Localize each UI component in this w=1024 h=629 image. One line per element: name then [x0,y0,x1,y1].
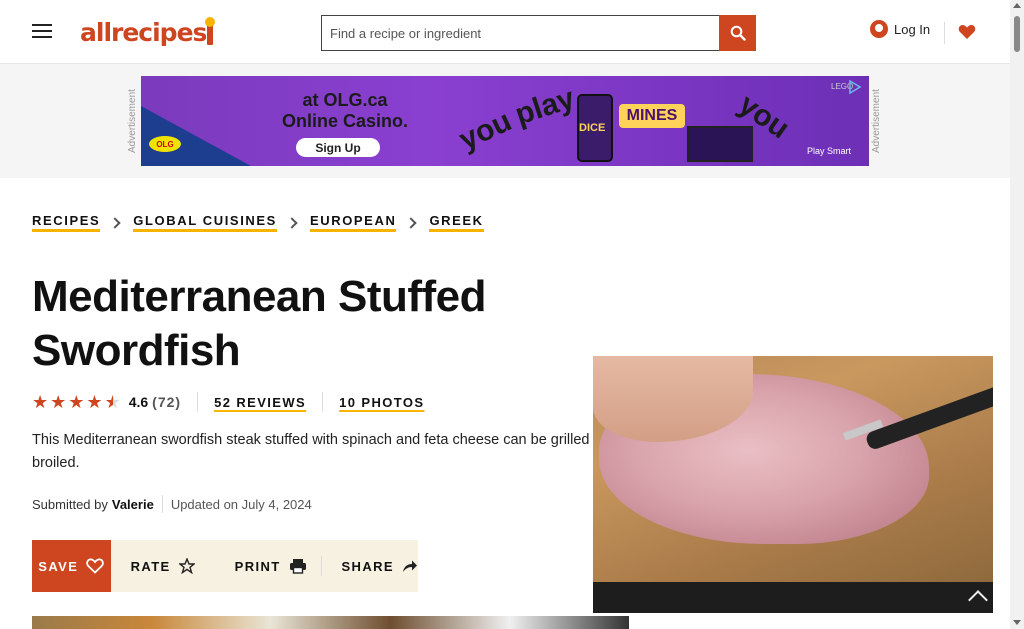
rate-button[interactable]: RATE [131,558,195,574]
logo-text: allrecipes [80,17,207,47]
user-icon [870,20,888,38]
saved-recipes-button[interactable] [956,20,978,44]
photos-link[interactable]: 10 PHOTOS [339,395,424,410]
half-star-icon[interactable]: ★ [105,393,121,411]
breadcrumb-recipes[interactable]: Recipes [32,213,101,232]
video-controls [593,582,993,613]
logo-spoon-icon [205,17,216,45]
ad-game-label: MINES [619,104,685,128]
recipe-video-player[interactable] [593,356,993,613]
ad-brand-logo: OLG [149,136,181,152]
rate-label: RATE [130,558,171,574]
share-arrow-icon [403,560,417,572]
ad-headline-line2: Online Casino. [281,111,409,131]
star-rating: ★ ★ ★ ★ ★ [32,393,121,411]
login-button[interactable]: Log In [870,20,930,38]
video-frame [593,356,993,582]
ad-laptop-graphic [687,126,753,162]
ad-dice-label: DICE [579,122,606,134]
save-button[interactable]: SAVE [32,540,111,592]
star-icon[interactable]: ★ [50,393,66,411]
search-button[interactable] [719,15,756,51]
heart-icon [958,25,976,39]
rating-divider [322,392,324,412]
byline-divider [161,495,163,513]
breadcrumb-european[interactable]: European [309,213,397,232]
chevron-right-icon [109,216,121,229]
ad-choices-icon[interactable] [847,80,863,94]
site-logo[interactable]: allrecipes [80,16,216,48]
print-button[interactable]: PRINT [235,558,307,574]
share-label: SHARE [341,558,394,574]
header-divider [944,22,945,44]
recipe-action-bar: SAVE RATE PRINT SHARE [32,540,418,592]
print-label: PRINT [234,558,281,574]
rating-average[interactable]: 4.6 [129,394,148,410]
submitted-by-label: Submitted by [32,496,108,512]
ad-headline-line1: at OLG.ca [302,90,388,110]
search-icon [730,25,746,41]
expand-icon[interactable] [968,590,988,610]
author-link[interactable]: Valerie [112,497,154,512]
ad-headline: at OLG.ca Online Casino. [275,90,415,132]
scroll-up-icon[interactable] [1013,3,1021,8]
heart-outline-icon [86,558,105,574]
search-input[interactable]: Find a recipe or ingredient [321,15,721,51]
breadcrumb: Recipes Global Cuisines European Greek [32,213,484,232]
printer-icon [289,559,306,574]
recipe-title: Mediterranean Stuffed Swordfish [32,272,487,375]
chevron-right-icon [286,216,298,229]
star-icon[interactable]: ★ [86,393,102,411]
ad-slogan-word-1: you [454,104,517,157]
rating-divider [197,392,199,412]
reviews-link[interactable]: 52 REVIEWS [214,395,306,410]
scrollbar-thumb[interactable] [1014,16,1020,52]
recipe-byline: Submitted by Valerie Updated on July 4, … [32,495,312,513]
share-button[interactable]: SHARE [341,559,418,574]
page-scrollbar[interactable] [1010,0,1024,629]
chevron-right-icon [405,216,418,229]
star-icon[interactable]: ★ [68,393,84,411]
advertisement-banner[interactable]: OLG at OLG.ca Online Casino. Sign Up you… [141,76,869,166]
menu-icon[interactable] [32,20,54,42]
ad-signup-button[interactable]: Sign Up [296,138,380,157]
recipe-hero-image [32,616,629,629]
ad-slogan-word-2: play [511,81,579,132]
recipe-page: allrecipes Find a recipe or ingredient L… [0,0,1024,629]
breadcrumb-greek[interactable]: Greek [429,213,484,232]
ad-label-right: Advertisement [871,89,882,153]
updated-date: Updated on July 4, 2024 [170,496,312,512]
ad-label-left: Advertisement [127,89,138,153]
action-divider [320,556,322,576]
login-label: Log In [894,21,931,37]
rating-count: (72) [152,394,182,410]
site-header: allrecipes Find a recipe or ingredient L… [0,0,1010,64]
star-outline-icon [178,558,195,574]
save-label: SAVE [38,558,79,574]
scroll-down-icon[interactable] [1013,620,1021,625]
ad-playsmart-label: Play Smart [807,146,852,156]
search-placeholder: Find a recipe or ingredient [330,25,482,41]
rating-row: ★ ★ ★ ★ ★ 4.6 (72) 52 REVIEWS 10 PHOTOS [32,392,424,412]
star-icon[interactable]: ★ [32,393,48,411]
recipe-description: This Mediterranean swordfish steak stuff… [32,432,607,471]
breadcrumb-global-cuisines[interactable]: Global Cuisines [133,213,277,232]
